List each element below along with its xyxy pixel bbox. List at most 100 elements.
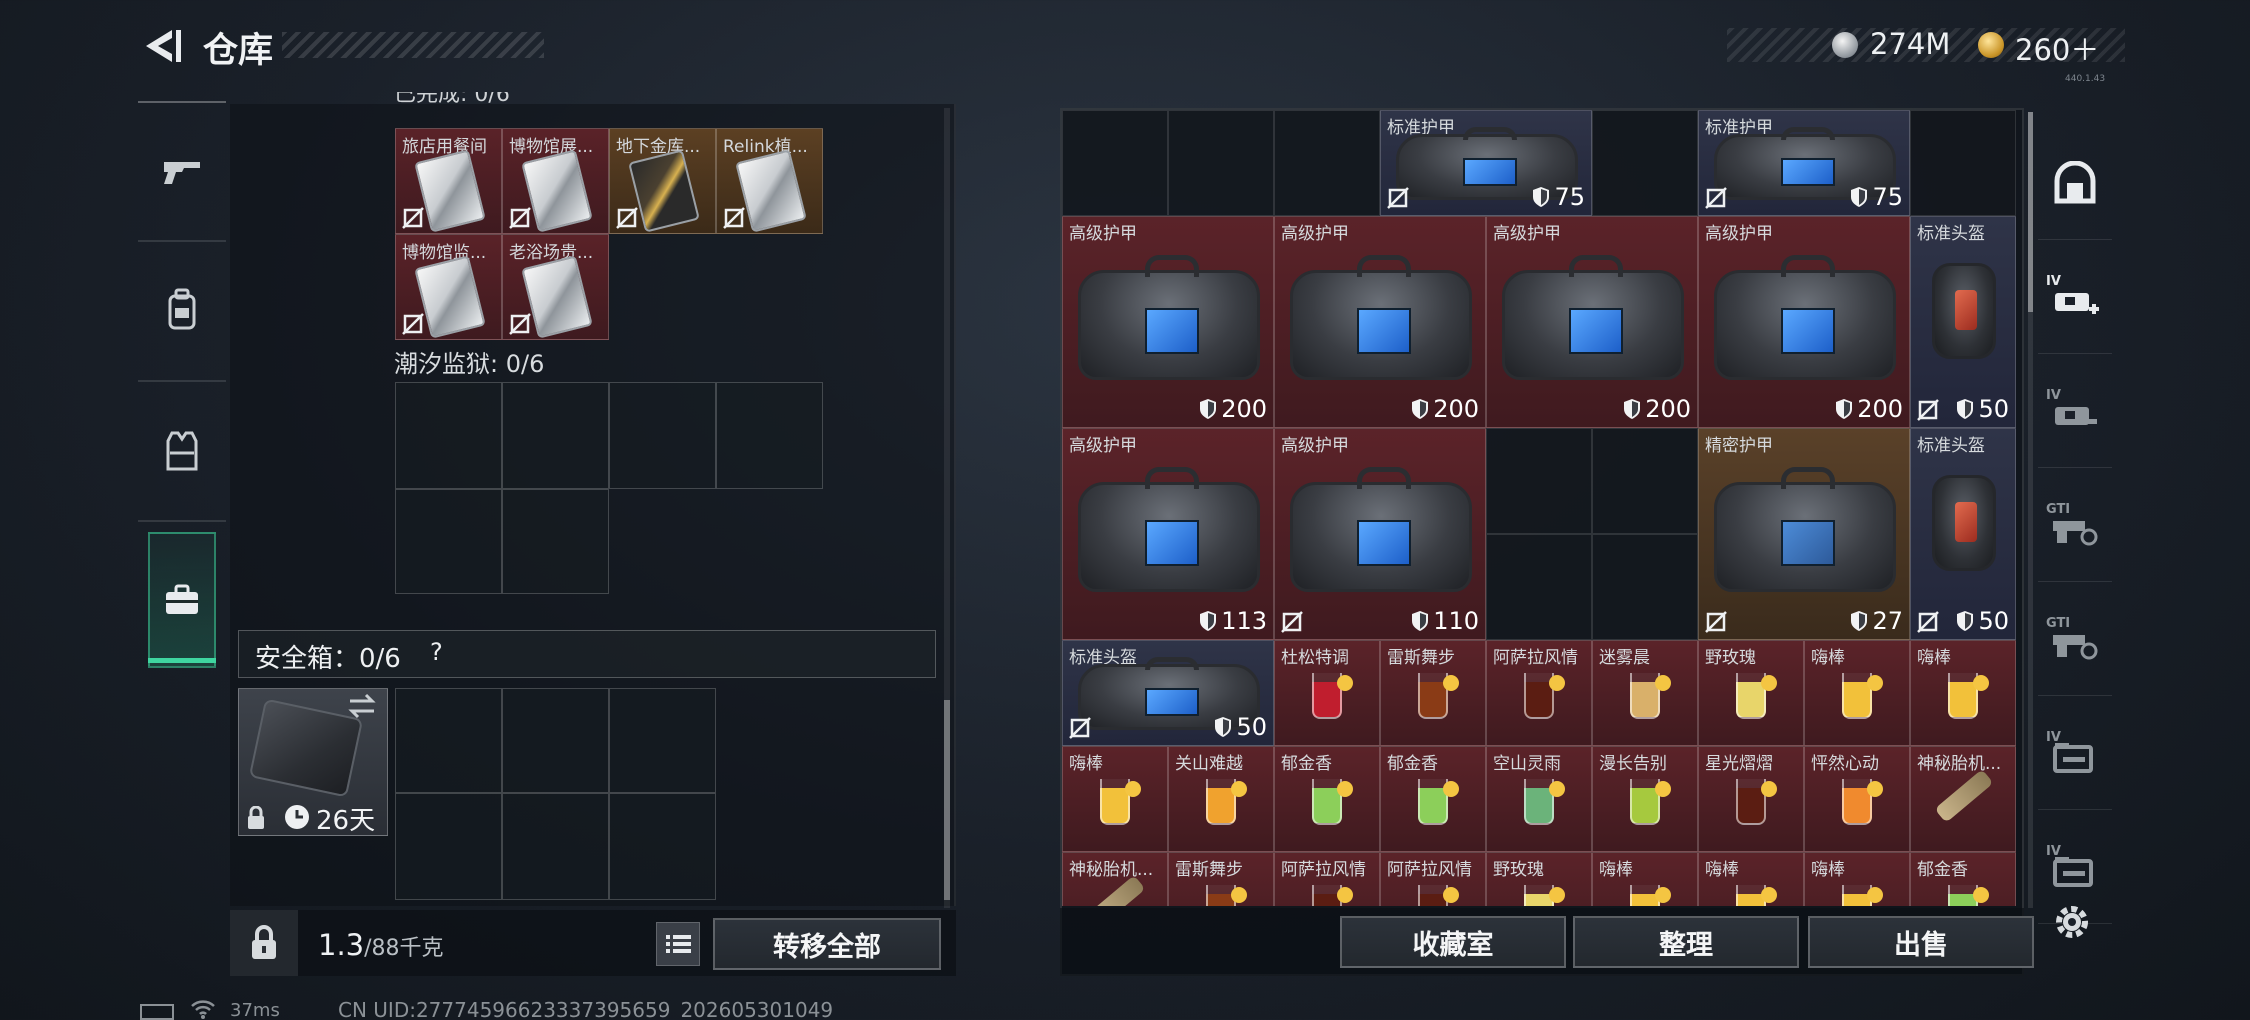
empty-slot[interactable] — [395, 382, 502, 489]
empty-slot[interactable] — [1168, 110, 1274, 216]
durability-value: 200 — [1433, 395, 1479, 423]
tool-item[interactable]: 神秘胎机... — [1062, 852, 1168, 906]
empty-slot[interactable] — [1592, 428, 1698, 534]
cocktail-item[interactable]: 星光熠熠 — [1698, 746, 1804, 852]
empty-slot[interactable] — [1062, 110, 1168, 216]
armor-item[interactable]: 高级护甲 113 — [1062, 428, 1274, 640]
cocktail-item[interactable]: 漫长告别 — [1592, 746, 1698, 852]
right-nav-armor[interactable] — [2038, 130, 2112, 240]
organize-button[interactable]: 整理 — [1573, 916, 1799, 968]
left-scrollbar-thumb[interactable] — [944, 700, 950, 900]
cocktail-item[interactable]: 郁金香 — [1380, 746, 1486, 852]
armor-item[interactable]: 高级护甲 110 — [1274, 428, 1486, 640]
empty-slot[interactable] — [609, 688, 716, 793]
nav-toolbox[interactable] — [148, 532, 216, 668]
key-card-item[interactable]: 地下金库... — [609, 128, 716, 234]
nav-backpack[interactable] — [138, 242, 226, 378]
back-arrow-icon[interactable] — [138, 26, 182, 66]
right-nav-armor-gun[interactable]: IV — [2038, 358, 2112, 468]
nav-vest[interactable] — [138, 382, 226, 518]
storage-scrollbar-thumb[interactable] — [2028, 112, 2033, 312]
cocktail-item[interactable]: 嗨棒 — [1062, 746, 1168, 852]
cocktail-item[interactable]: 阿萨拉风情 — [1380, 852, 1486, 906]
cocktail-item[interactable]: 野玫瑰 — [1486, 852, 1592, 906]
right-nav-folder[interactable]: IV — [2038, 700, 2112, 810]
empty-slot[interactable] — [1486, 534, 1592, 640]
empty-slot[interactable] — [609, 793, 716, 900]
item-name: 老浴场贵... — [509, 243, 594, 263]
cocktail-item[interactable]: 郁金香 — [1274, 746, 1380, 852]
armor-item[interactable]: 高级护甲 200 — [1486, 216, 1698, 428]
key-card-item[interactable]: 老浴场贵... — [502, 234, 609, 340]
backpack-icon — [168, 288, 196, 330]
gear-icon[interactable] — [2052, 902, 2092, 942]
empty-slot[interactable] — [1486, 428, 1592, 534]
item-name: 博物馆监... — [402, 243, 487, 263]
cocktail-item[interactable]: 关山难越 — [1168, 746, 1274, 852]
swap-icon[interactable] — [346, 692, 378, 720]
cocktail-item[interactable]: 雷斯舞步 — [1380, 640, 1486, 746]
key-card-item[interactable]: Relink植... — [716, 128, 823, 234]
empty-slot[interactable] — [395, 793, 502, 900]
durability-value: 113 — [1221, 607, 1267, 635]
nav-weapons[interactable] — [138, 102, 226, 238]
armor-item[interactable]: 高级护甲 200 — [1062, 216, 1274, 428]
cocktail-item[interactable]: 阿萨拉风情 — [1486, 640, 1592, 746]
key-card-item[interactable]: 博物馆展... — [502, 128, 609, 234]
cocktail-item[interactable]: 嗨棒 — [1698, 852, 1804, 906]
key-card-item[interactable]: 旅店用餐间 — [395, 128, 502, 234]
lock-button[interactable] — [230, 910, 298, 976]
gold-currency-amount[interactable]: 260＋ — [2015, 27, 2099, 69]
help-button[interactable]: ? — [430, 638, 443, 666]
empty-slot[interactable] — [716, 382, 823, 489]
cocktail-item[interactable]: 怦然心动 — [1804, 746, 1910, 852]
empty-slot[interactable] — [502, 688, 609, 793]
cocktail-item[interactable]: 嗨棒 — [1804, 852, 1910, 906]
transfer-all-button[interactable]: 转移全部 — [713, 918, 941, 970]
cocktail-item[interactable]: 杜松特调 — [1274, 640, 1380, 746]
right-nav-armor-add[interactable]: IV — [2038, 244, 2112, 354]
cocktail-item[interactable]: 迷雾晨 — [1592, 640, 1698, 746]
right-nav-gun-search[interactable]: GTI — [2038, 472, 2112, 582]
armor-item[interactable]: 高级护甲 200 — [1274, 216, 1486, 428]
cocktail-item[interactable]: 嗨棒 — [1804, 640, 1910, 746]
durability-value: 50 — [1978, 395, 2009, 423]
armor-item[interactable]: 高级护甲 200 — [1698, 216, 1910, 428]
sell-button[interactable]: 出售 — [1808, 916, 2034, 968]
list-view-button[interactable] — [656, 922, 700, 966]
cocktail-item[interactable]: 嗨棒 — [1910, 640, 2016, 746]
item-name: 空山灵雨 — [1493, 754, 1561, 774]
armor-item[interactable]: 标准护甲 75 — [1380, 110, 1592, 216]
garnish-icon — [1443, 781, 1459, 797]
cocktail-item[interactable]: 阿萨拉风情 — [1274, 852, 1380, 906]
empty-slot[interactable] — [1592, 534, 1698, 640]
collection-room-button[interactable]: 收藏室 — [1340, 916, 1566, 968]
cocktail-item[interactable]: 野玫瑰 — [1698, 640, 1804, 746]
key-card-item[interactable]: 博物馆监... — [395, 234, 502, 340]
helmet-item[interactable]: 标准头盔 50 — [1910, 428, 2016, 640]
armor-item[interactable]: 精密护甲 27 — [1698, 428, 1910, 640]
cocktail-item[interactable]: 嗨棒 — [1592, 852, 1698, 906]
empty-slot[interactable] — [395, 688, 502, 793]
empty-slot[interactable] — [395, 489, 502, 594]
key-card-image — [521, 255, 593, 339]
empty-slot[interactable] — [1274, 110, 1380, 216]
empty-slot[interactable] — [502, 382, 609, 489]
helmet-item[interactable]: 标准头盔 50 — [1910, 216, 2016, 428]
empty-slot[interactable] — [1910, 110, 2016, 216]
armor-item[interactable]: 标准头盔 50 — [1062, 640, 1274, 746]
empty-slot[interactable] — [502, 489, 609, 594]
cocktail-item[interactable]: 空山灵雨 — [1486, 746, 1592, 852]
empty-slot[interactable] — [609, 382, 716, 489]
right-nav-gun-config[interactable]: GTI — [2038, 586, 2112, 696]
empty-slot[interactable] — [1592, 110, 1698, 216]
garnish-icon — [1337, 781, 1353, 797]
empty-slot[interactable] — [502, 793, 609, 900]
cocktail-item[interactable]: 郁金香 — [1910, 852, 2016, 906]
durability-value: 75 — [1872, 183, 1903, 211]
armor-item[interactable]: 标准护甲 75 — [1698, 110, 1910, 216]
tool-item[interactable]: 神秘胎机... — [1910, 746, 2016, 852]
cocktail-item[interactable]: 雷斯舞步 — [1168, 852, 1274, 906]
item-name: 雷斯舞步 — [1175, 860, 1243, 880]
durability-indicator: 200 — [1623, 395, 1691, 423]
